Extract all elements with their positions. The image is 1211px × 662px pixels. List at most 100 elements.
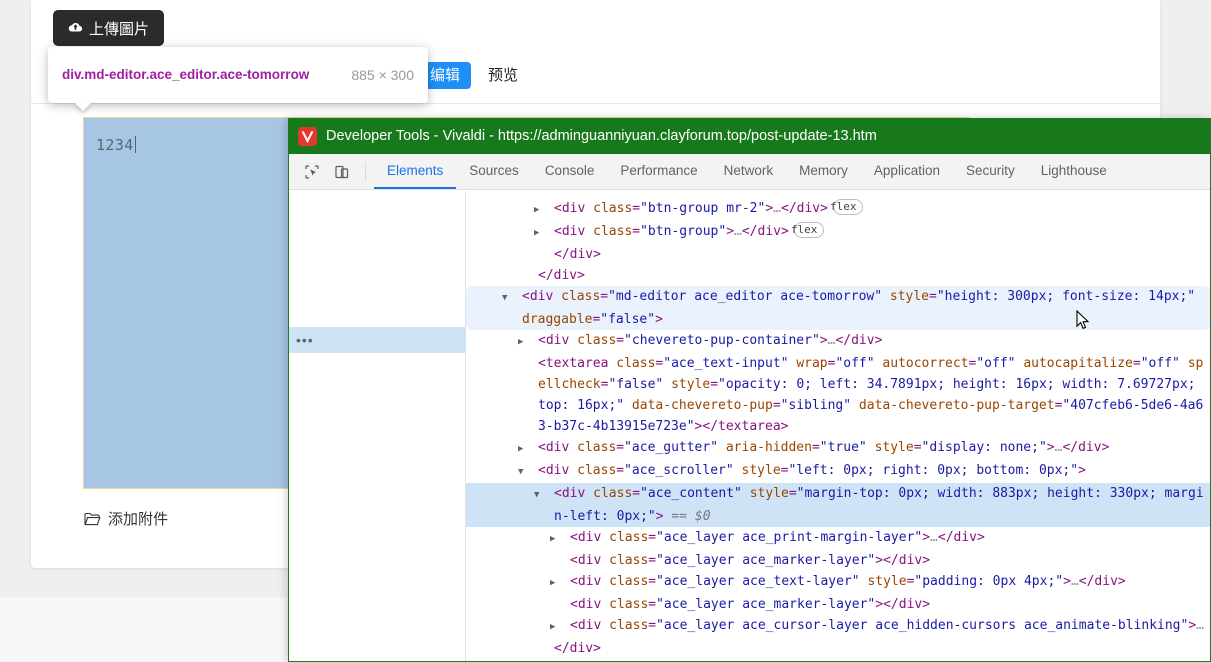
dom-token-val: "left: 0px; right: 0px; bottom: 0px;" <box>788 463 1079 478</box>
dom-token-tag: = <box>600 289 609 304</box>
layout-badge[interactable]: flex <box>791 222 825 238</box>
chevron-right-icon[interactable]: ▶ <box>534 200 554 221</box>
dom-token-attr: class <box>609 553 649 568</box>
dom-token-tag: > <box>1046 440 1055 455</box>
tab-sources[interactable]: Sources <box>456 154 532 189</box>
dom-tree-row[interactable]: <div class="ace_layer ace_marker-layer">… <box>466 594 1210 615</box>
dom-token-tag: = <box>632 224 641 239</box>
chevron-right-icon[interactable]: ▶ <box>550 617 570 638</box>
dom-token-tag: </div> <box>554 247 601 262</box>
dom-tree-row[interactable]: </div> <box>466 244 1210 265</box>
dom-token-attr: class <box>609 530 649 545</box>
dom-token-dim: … <box>930 530 938 545</box>
tab-memory[interactable]: Memory <box>786 154 861 189</box>
dom-tree-row[interactable]: ▼ <div class="ace_content" style="margin-… <box>466 483 1210 527</box>
dom-token-tag: = <box>616 463 625 478</box>
dom-token-attr: data-chevereto-pup <box>631 398 773 413</box>
upload-image-button[interactable]: 上傳圖片 <box>53 10 164 46</box>
dom-tree-panel[interactable]: ▶ <div class="btn-group mr-2">…</div> flex… <box>466 191 1210 661</box>
dom-tree-row[interactable]: <textarea class="ace_text-input" wrap="o… <box>466 353 1210 437</box>
chevron-right-icon[interactable]: ▶ <box>534 223 554 244</box>
chevron-down-icon[interactable]: ▼ <box>534 485 554 506</box>
tab-lighthouse[interactable]: Lighthouse <box>1028 154 1120 189</box>
dom-token-dim: … <box>734 224 742 239</box>
dom-token-tag: > <box>1063 574 1071 589</box>
dom-token-tag: </div> <box>835 333 883 348</box>
dom-token-val: "sibling" <box>780 398 852 413</box>
device-toolbar-icon[interactable] <box>327 154 357 189</box>
dom-token-tag: = <box>648 618 657 633</box>
vivaldi-logo-icon <box>298 126 317 146</box>
tab-console[interactable]: Console <box>532 154 608 189</box>
dom-token-tag: <div <box>554 486 594 501</box>
text-caret <box>134 136 136 153</box>
chevron-right-icon[interactable]: ▶ <box>518 439 538 460</box>
dom-token-attr: style <box>749 486 789 501</box>
dom-tree-row[interactable]: ▶ <div class="ace_gutter" aria-hidden="tr… <box>466 437 1210 460</box>
dom-token-tag: = <box>788 486 797 501</box>
dom-token-tag: ></div> <box>875 597 931 612</box>
dom-token-val: "off" <box>1140 356 1180 371</box>
tab-network[interactable]: Network <box>711 154 787 189</box>
dom-token-tag: </div> <box>554 641 601 656</box>
dom-token-val: "off" <box>976 356 1016 371</box>
dom-token-tag: </div> <box>1078 574 1126 589</box>
dom-tree-row[interactable]: ▼ <div class="md-editor ace_editor ace-to… <box>466 286 1210 330</box>
dom-token-val: "true" <box>819 440 867 455</box>
dom-token-tag: > <box>655 312 663 327</box>
devtools-title-bar: Developer Tools - Vivaldi - https://admi… <box>289 118 1210 154</box>
dom-tree-row[interactable]: ▼ <div class="ace_scroller" style="left: … <box>466 460 1210 483</box>
chevron-down-icon[interactable]: ▼ <box>518 462 538 483</box>
upload-image-label: 上傳圖片 <box>88 20 149 38</box>
dom-token-val: "chevereto-pup-container" <box>624 333 820 348</box>
add-attachment-button[interactable]: 添加附件 <box>84 508 168 529</box>
dom-tree-row[interactable]: <div class="ace_layer ace_marker-layer">… <box>466 550 1210 571</box>
tab-application[interactable]: Application <box>861 154 953 189</box>
chevron-right-icon[interactable]: ▶ <box>518 332 538 353</box>
dom-token-tag: <textarea <box>538 356 617 371</box>
tab-elements[interactable]: Elements <box>374 154 457 189</box>
dom-token-attr: aria-hidden <box>725 440 812 455</box>
dom-token-attr: class <box>609 574 649 589</box>
dom-token-val: "ace_scroller" <box>624 463 734 478</box>
dom-token-tag: = <box>1132 356 1141 371</box>
chevron-right-icon[interactable]: ▶ <box>550 529 570 550</box>
layout-badge[interactable]: flex <box>830 199 864 215</box>
tab-security[interactable]: Security <box>953 154 1028 189</box>
preview-tab-button[interactable]: 预览 <box>477 62 529 89</box>
dom-token-val: "ace_layer ace_print-margin-layer" <box>656 530 923 545</box>
devtools-body: ••• ▶ <div class="btn-group mr-2">…</div>… <box>289 191 1210 661</box>
dom-tree-row[interactable]: ▶ <div class="btn-group mr-2">…</div> flex <box>466 198 1210 221</box>
dom-token-tag: = <box>616 333 625 348</box>
dom-token-dim: … <box>773 201 781 216</box>
dom-token-attr: autocorrect <box>882 356 969 371</box>
dom-tree-row[interactable]: ▶ <div class="ace_layer ace_cursor-layer … <box>466 615 1210 638</box>
chevron-right-icon[interactable]: ▶ <box>550 573 570 594</box>
dom-token-tag: = <box>913 440 922 455</box>
dom-tree-row[interactable]: ▶ <div class="btn-group">…</div> flex <box>466 221 1210 244</box>
dom-tree-row[interactable]: </div> <box>466 659 1210 661</box>
dom-token-tag: = <box>632 201 641 216</box>
dom-token-val: "ace_gutter" <box>624 440 719 455</box>
dom-tree-row[interactable]: </div> <box>466 265 1210 286</box>
inspect-element-icon[interactable] <box>297 154 327 189</box>
dom-token-attr: class <box>593 486 633 501</box>
dom-token-val: "display: none;" <box>921 440 1047 455</box>
dom-tree-row[interactable]: </div> <box>466 638 1210 659</box>
chevron-down-icon[interactable]: ▼ <box>502 288 522 309</box>
dom-tree-row[interactable]: ▶ <div class="chevereto-pup-container">…<… <box>466 330 1210 353</box>
dom-token-tag: > <box>819 333 828 348</box>
row-overflow-ellipsis[interactable]: ••• <box>296 333 314 347</box>
dom-tree-row[interactable]: ▶ <div class="ace_layer ace_text-layer" s… <box>466 571 1210 594</box>
tab-performance[interactable]: Performance <box>607 154 710 189</box>
dom-tree-row[interactable]: ▶ <div class="ace_layer ace_print-margin-… <box>466 527 1210 550</box>
cloud-upload-icon <box>68 20 83 37</box>
folder-icon <box>84 512 101 526</box>
dom-token-tag: > <box>922 530 931 545</box>
dom-token-val: "btn-group mr-2" <box>640 201 766 216</box>
